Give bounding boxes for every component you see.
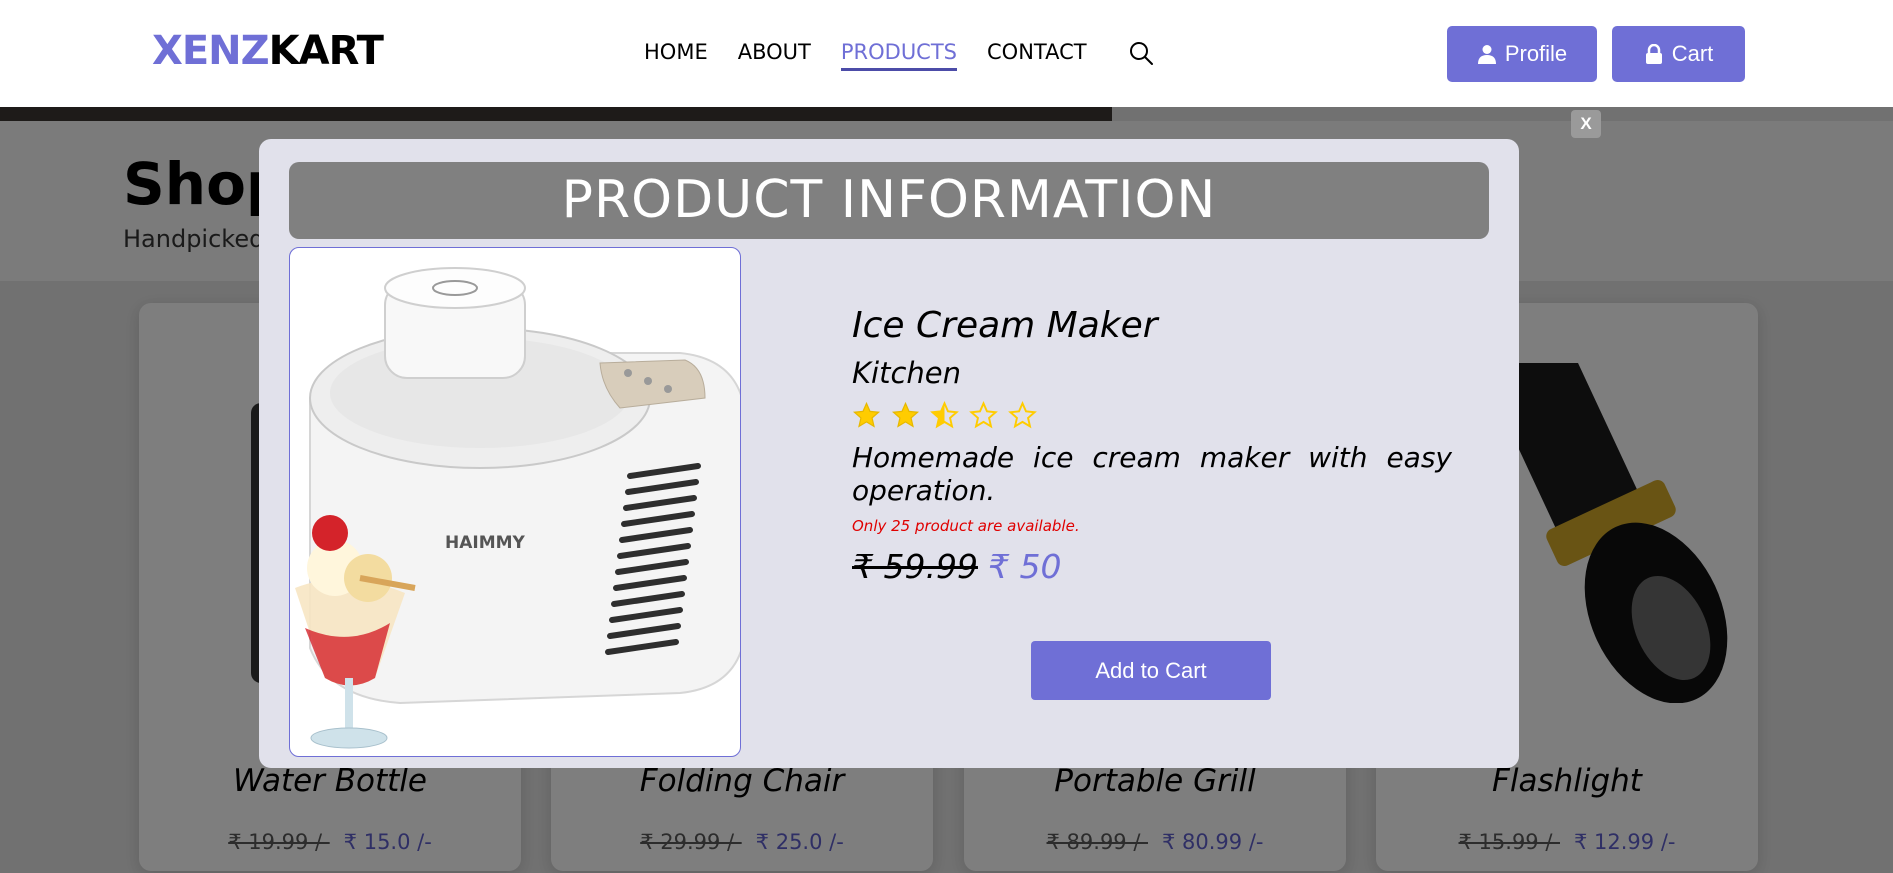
product-description: Homemade ice cream maker with easy opera…: [852, 441, 1452, 507]
add-to-cart-button[interactable]: Add to Cart: [1031, 641, 1271, 700]
logo-rest: KART: [268, 28, 384, 74]
modal-price: ₹ 59.99 ₹ 50: [852, 547, 1061, 586]
stock-notice: Only 25 product are available.: [852, 517, 1080, 535]
product-image: HAIMMY: [289, 247, 741, 757]
star-full-icon: [852, 401, 881, 428]
rating-stars: [852, 401, 1037, 430]
profile-label: Profile: [1504, 41, 1568, 66]
star-empty-icon: [1008, 401, 1037, 429]
main-nav: HOME ABOUT PRODUCTS CONTACT: [644, 40, 1087, 71]
product-title: Ice Cream Maker: [852, 305, 1158, 346]
nav-products[interactable]: PRODUCTS: [840, 40, 958, 71]
modal-old-price: ₹ 59.99: [852, 547, 978, 586]
product-info-modal: PRODUCT INFORMATION HAIMMY Ice Cream Mak…: [259, 139, 1519, 768]
site-logo[interactable]: XENZKART: [152, 28, 384, 74]
product-category: Kitchen: [852, 356, 961, 390]
profile-button[interactable]: Profile: [1447, 26, 1597, 82]
ice-cream-maker-image: HAIMMY: [295, 267, 740, 749]
search-icon[interactable]: [1128, 40, 1154, 66]
logo-accent: XENZ: [152, 28, 270, 74]
close-button[interactable]: X: [1571, 110, 1601, 138]
nav-contact[interactable]: CONTACT: [987, 40, 1087, 71]
svg-text:HAIMMY: HAIMMY: [445, 533, 526, 553]
nav-home[interactable]: HOME: [644, 40, 708, 71]
site-header: XENZKART HOME ABOUT PRODUCTS CONTACT Pro…: [0, 0, 1893, 107]
modal-heading: PRODUCT INFORMATION: [289, 162, 1489, 239]
cart-label: Cart: [1671, 41, 1714, 66]
star-empty-icon: [969, 401, 998, 429]
lock-icon: [1645, 44, 1662, 64]
modal-new-price: ₹ 50: [987, 547, 1062, 586]
cart-button[interactable]: Cart: [1612, 26, 1745, 82]
star-half-icon: [930, 401, 959, 429]
star-full-icon: [891, 401, 920, 428]
user-icon: [1477, 45, 1496, 64]
nav-about[interactable]: ABOUT: [738, 40, 811, 71]
